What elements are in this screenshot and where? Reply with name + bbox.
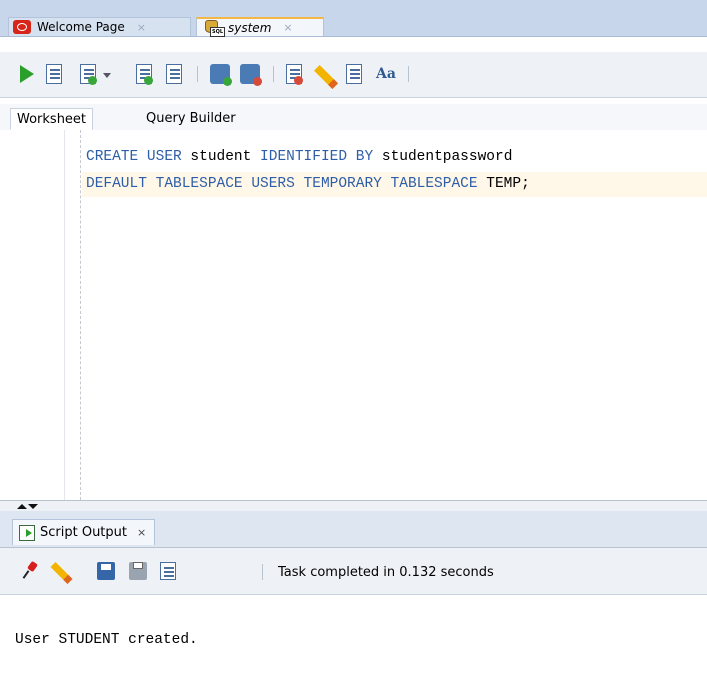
open-file-icon[interactable] (160, 562, 176, 580)
document-tab-bar: Welcome Page × SQL system × (0, 0, 707, 37)
panel-splitter[interactable] (0, 500, 707, 511)
close-icon[interactable]: × (283, 21, 292, 34)
gutter-divider (64, 130, 65, 500)
output-tab-bar: Script Output × (0, 511, 707, 548)
code-line-1[interactable]: CREATE USER student IDENTIFIED BY studen… (86, 148, 512, 166)
tab-welcome-page[interactable]: Welcome Page × (8, 17, 191, 36)
sql-history-icon[interactable] (286, 64, 303, 85)
oracle-logo-icon (13, 20, 31, 34)
print-icon[interactable] (129, 562, 147, 580)
database-sql-icon: SQL (205, 20, 225, 37)
expand-up-icon[interactable] (17, 504, 27, 509)
sql-keyword: CREATE USER (86, 149, 182, 165)
sql-identifier: studentpassword (373, 149, 513, 165)
clear-output-icon[interactable] (50, 562, 73, 584)
status-text: Task completed in 0.132 seconds (278, 565, 494, 580)
toolbar-separator (273, 66, 274, 82)
run-script-icon[interactable] (46, 64, 62, 84)
sql-tuning-icon[interactable] (166, 64, 182, 84)
tab-worksheet[interactable]: Worksheet (10, 108, 94, 130)
close-icon[interactable]: × (137, 21, 146, 34)
expand-down-icon[interactable] (28, 504, 38, 509)
chevron-down-icon[interactable] (103, 73, 111, 78)
script-output-icon (19, 524, 35, 541)
commit-icon[interactable] (210, 64, 232, 86)
toolbar-separator (197, 66, 198, 82)
clear-icon[interactable] (313, 64, 339, 90)
sql-worksheet-history-icon[interactable] (346, 64, 362, 84)
sql-keyword: IDENTIFIED BY (260, 149, 374, 165)
worksheet-subtabs: Worksheet Query Builder (0, 104, 707, 131)
toolbar-separator (262, 564, 263, 580)
sql-identifier: student (181, 149, 261, 165)
explain-plan-icon[interactable] (136, 64, 153, 85)
fold-guide (80, 130, 81, 500)
worksheet-toolbar: Aa (0, 52, 707, 98)
tab-label: Welcome Page (37, 20, 125, 34)
rollback-icon[interactable] (240, 64, 262, 86)
tab-script-output[interactable]: Script Output × (12, 519, 156, 545)
tab-label: Script Output (40, 525, 127, 540)
close-icon[interactable]: × (137, 526, 146, 539)
output-message: User STUDENT created. (15, 632, 198, 648)
toolbar-separator (408, 66, 409, 82)
autotrace-icon[interactable] (80, 64, 97, 85)
save-icon[interactable] (97, 562, 115, 580)
format-case-icon[interactable]: Aa (376, 64, 396, 84)
run-statement-icon[interactable] (20, 65, 34, 83)
tab-label: system (228, 20, 272, 35)
sql-identifier: TEMP; (477, 176, 530, 192)
tab-query-builder[interactable]: Query Builder (140, 108, 242, 130)
sql-keyword: DEFAULT TABLESPACE USERS TEMPORARY TABLE… (86, 176, 478, 192)
pin-icon[interactable] (22, 562, 40, 580)
tab-system[interactable]: SQL system × (196, 17, 324, 37)
code-line-2[interactable]: DEFAULT TABLESPACE USERS TEMPORARY TABLE… (86, 175, 530, 193)
